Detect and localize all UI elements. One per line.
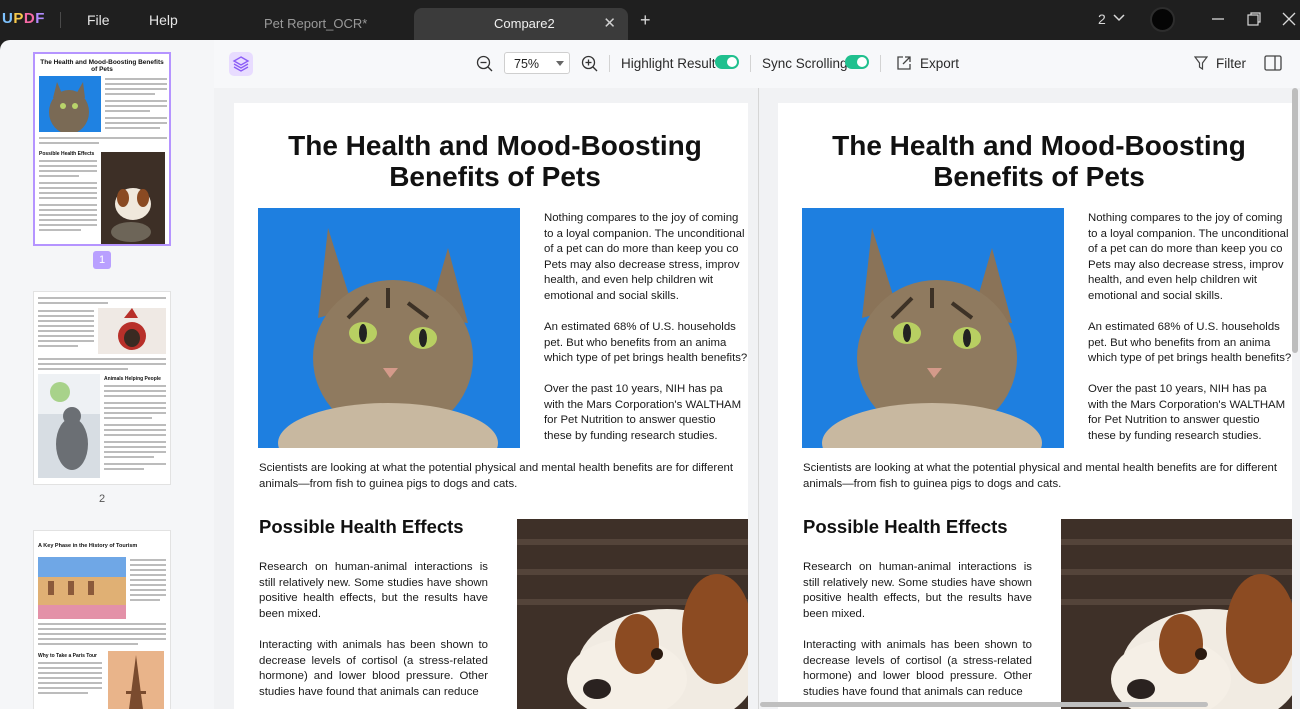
intro-paragraph-1: Nothing compares to the joy of coming to … xyxy=(544,212,745,302)
cat-image xyxy=(258,208,520,448)
intro-paragraph-1: Nothing compares to the joy of coming to … xyxy=(1088,212,1289,302)
page-thumbnail-3[interactable]: A Key Phase in the History of Tourism Wh… xyxy=(33,530,171,709)
tab-pet-report[interactable]: Pet Report_OCR* xyxy=(250,8,410,40)
window-count[interactable]: 2 xyxy=(1098,11,1106,27)
title-bar-divider xyxy=(60,12,61,28)
image-caption: Scientists are looking at what the poten… xyxy=(803,462,1278,490)
intro-paragraph-3: Over the past 10 years, NIH has pa with t… xyxy=(1088,383,1286,442)
avatar[interactable] xyxy=(1150,7,1175,32)
dog-image xyxy=(1061,519,1292,709)
page-thumbnail-1[interactable]: The Health and Mood-Boosting Benefits of… xyxy=(33,52,171,246)
tab-label: Pet Report_OCR* xyxy=(264,16,368,31)
toolbar-divider xyxy=(750,55,751,72)
body-paragraph-2: Interacting with animals has been shown … xyxy=(259,639,488,698)
eiffel-thumbnail-image xyxy=(108,651,164,709)
filter-icon[interactable] xyxy=(1194,56,1208,70)
dog-cat-thumbnail-image xyxy=(101,152,165,244)
page-number-label: 2 xyxy=(99,493,106,505)
intro-paragraph-2: An estimated 68% of U.S. households pet. … xyxy=(1088,321,1292,365)
layers-icon xyxy=(232,56,250,72)
zoom-out-icon[interactable] xyxy=(476,55,493,72)
title-line-1: The Health and Mood-Boosting xyxy=(288,130,702,161)
menu-help[interactable]: Help xyxy=(149,12,178,28)
body-paragraph-1: Research on human-animal interactions is… xyxy=(259,561,488,620)
export-icon[interactable] xyxy=(896,55,912,71)
new-tab-icon[interactable]: + xyxy=(640,10,651,31)
horizontal-scrollbar[interactable] xyxy=(760,702,1208,707)
highlight-result-toggle[interactable] xyxy=(715,55,739,69)
thumbnail-title: A Key Phase in the History of Tourism xyxy=(38,543,138,549)
title-line-2: Benefits of Pets xyxy=(389,161,601,192)
page-thumbnail-2[interactable]: Animals Helping People xyxy=(33,291,171,485)
section-heading: Possible Health Effects xyxy=(803,516,1008,537)
body-paragraph-1: Research on human-animal interactions is… xyxy=(803,561,1032,620)
compare-view: 75% Highlight Result Sync Scrolling Expo… xyxy=(214,40,1300,709)
filter-button[interactable]: Filter xyxy=(1216,56,1246,71)
page-number-badge: 1 xyxy=(93,251,111,269)
export-button[interactable]: Export xyxy=(920,56,959,71)
intro-paragraph-2: An estimated 68% of U.S. households pet. … xyxy=(544,321,748,365)
zoom-value: 75% xyxy=(514,57,540,71)
toolbar-divider xyxy=(880,55,881,72)
vertical-scrollbar[interactable] xyxy=(1292,88,1298,698)
caret-down-icon xyxy=(556,61,564,66)
tab-label: Compare2 xyxy=(494,16,555,31)
left-document-pane[interactable]: The Health and Mood-Boosting Benefits of… xyxy=(234,103,748,709)
restore-icon[interactable] xyxy=(1245,10,1263,28)
intro-paragraph-3: Over the past 10 years, NIH has pa with t… xyxy=(544,383,742,442)
tourism-thumbnail-image xyxy=(38,557,126,619)
title-line-2: Benefits of Pets xyxy=(933,161,1145,192)
thumbnail-section-heading: Animals Helping People xyxy=(104,376,161,382)
title-line-1: The Health and Mood-Boosting xyxy=(832,130,1246,161)
close-window-icon[interactable] xyxy=(1280,10,1298,28)
thumbnail-title: The Health and Mood-Boosting Benefits of… xyxy=(40,59,164,74)
title-bar: UPDF File Help Pet Report_OCR* Compare2 … xyxy=(0,0,1300,40)
cat-window-thumbnail-image xyxy=(38,374,100,478)
layers-button[interactable] xyxy=(229,52,253,76)
chevron-down-icon[interactable] xyxy=(1112,10,1126,24)
compare-toolbar: 75% Highlight Result Sync Scrolling Expo… xyxy=(214,40,1300,88)
document-title: The Health and Mood-Boosting Benefits of… xyxy=(778,130,1292,192)
thumbnail-section-heading: Why to Take a Paris Tour xyxy=(38,653,97,659)
toolbar-divider xyxy=(609,55,610,72)
zoom-in-icon[interactable] xyxy=(581,55,598,72)
dog-image xyxy=(517,519,748,709)
tab-compare2[interactable]: Compare2 ✕ xyxy=(414,8,628,40)
minimize-icon[interactable] xyxy=(1209,10,1227,28)
cat-image xyxy=(802,208,1064,448)
thumbnail-section-heading: Possible Health Effects xyxy=(39,151,95,157)
menu-file[interactable]: File xyxy=(87,12,110,28)
document-title: The Health and Mood-Boosting Benefits of… xyxy=(234,130,748,192)
body-paragraph-2: Interacting with animals has been shown … xyxy=(803,639,1032,698)
close-tab-icon[interactable]: ✕ xyxy=(603,14,616,32)
section-heading: Possible Health Effects xyxy=(259,516,464,537)
pane-divider xyxy=(758,88,759,709)
highlight-result-label: Highlight Result xyxy=(621,56,716,71)
zoom-select[interactable]: 75% xyxy=(504,52,570,74)
page-thumbnails-sidebar: The Health and Mood-Boosting Benefits of… xyxy=(0,40,214,709)
pets-thumbnail-image xyxy=(98,308,166,354)
updf-logo[interactable]: UPDF xyxy=(2,10,45,27)
image-caption: Scientists are looking at what the poten… xyxy=(259,462,734,490)
scrollbar-thumb[interactable] xyxy=(1292,88,1298,353)
cat-thumbnail-image xyxy=(39,76,101,132)
sync-scrolling-toggle[interactable] xyxy=(845,55,869,69)
sync-scrolling-label: Sync Scrolling xyxy=(762,56,848,71)
panel-toggle-icon[interactable] xyxy=(1264,55,1282,71)
right-document-pane[interactable]: The Health and Mood-Boosting Benefits of… xyxy=(778,103,1292,709)
